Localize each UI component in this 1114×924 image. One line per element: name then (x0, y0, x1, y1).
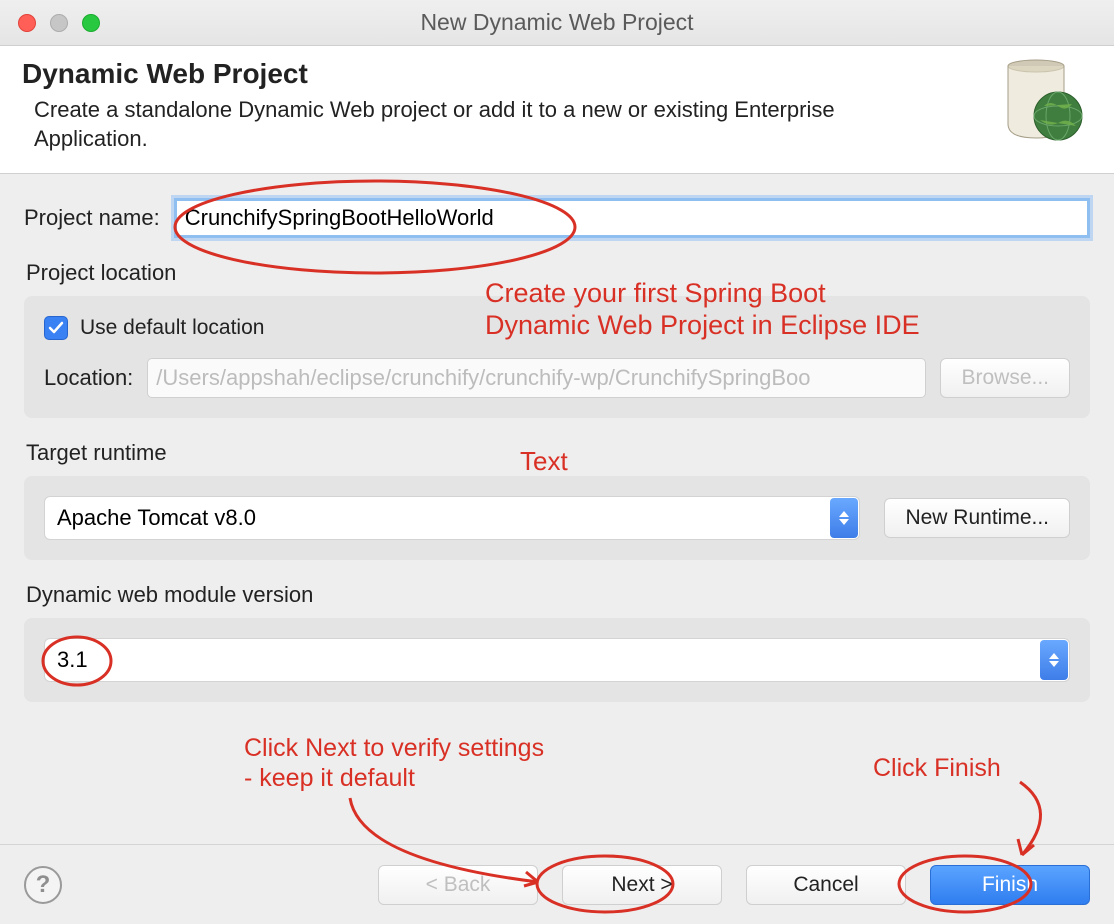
annotation-text: Click Next to verify settings (244, 734, 544, 762)
wizard-description: Create a standalone Dynamic Web project … (34, 96, 904, 153)
target-runtime-value[interactable] (44, 496, 860, 540)
annotation-text: - keep it default (244, 764, 415, 792)
wizard-footer: ? < Back Next > Cancel Finish (0, 844, 1114, 924)
module-version-select[interactable] (44, 638, 1070, 682)
new-runtime-button[interactable]: New Runtime... (884, 498, 1070, 538)
location-input (147, 358, 926, 398)
wizard-header: Dynamic Web Project Create a standalone … (0, 46, 1114, 174)
use-default-location-checkbox[interactable] (44, 316, 68, 340)
location-label: Location: (44, 365, 133, 391)
wizard-heading: Dynamic Web Project (22, 58, 1092, 90)
project-name-label: Project name: (24, 205, 160, 231)
close-window-icon[interactable] (18, 14, 36, 32)
dropdown-caret-icon[interactable] (1040, 640, 1068, 680)
dropdown-caret-icon[interactable] (830, 498, 858, 538)
use-default-location-label: Use default location (80, 316, 264, 340)
zoom-window-icon[interactable] (82, 14, 100, 32)
target-runtime-select[interactable] (44, 496, 860, 540)
wizard-body: Project name: Project location Use defau… (0, 174, 1114, 702)
check-icon (48, 320, 64, 336)
module-version-title: Dynamic web module version (26, 582, 1090, 608)
next-button[interactable]: Next > (562, 865, 722, 905)
wizard-jar-globe-icon (996, 54, 1086, 144)
minimize-window-icon[interactable] (50, 14, 68, 32)
project-name-input[interactable] (174, 198, 1090, 238)
back-button: < Back (378, 865, 538, 905)
window-title-bar: New Dynamic Web Project (0, 0, 1114, 46)
finish-button[interactable]: Finish (930, 865, 1090, 905)
project-location-group: Project location Use default location Lo… (24, 260, 1090, 418)
location-row: Location: Browse... (44, 358, 1070, 398)
annotation-text: Click Finish (873, 754, 1001, 782)
target-runtime-title: Target runtime (26, 440, 1090, 466)
window-title: New Dynamic Web Project (420, 9, 693, 36)
project-name-row: Project name: (24, 198, 1090, 238)
module-version-group: Dynamic web module version (24, 582, 1090, 702)
module-version-value[interactable] (44, 638, 1070, 682)
help-button[interactable]: ? (24, 866, 62, 904)
target-runtime-group: Target runtime New Runtime... (24, 440, 1090, 560)
cancel-button[interactable]: Cancel (746, 865, 906, 905)
traffic-lights (18, 0, 100, 46)
project-location-title: Project location (26, 260, 1090, 286)
use-default-location-row: Use default location (44, 316, 1070, 340)
browse-button: Browse... (940, 358, 1070, 398)
